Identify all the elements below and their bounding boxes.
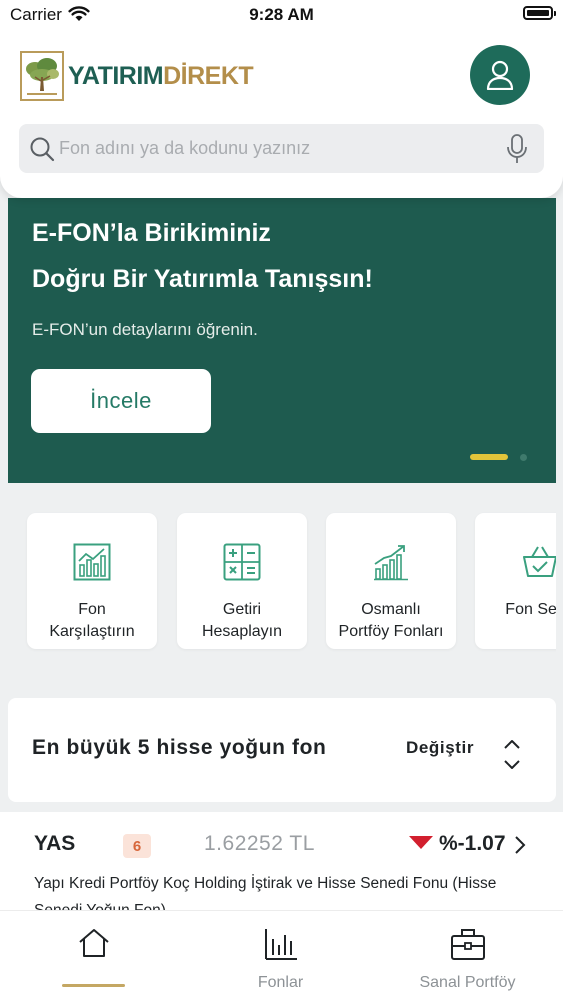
action-label: Fon Karşılaştırın [49, 601, 135, 640]
section-title: En büyük 5 hisse yoğun fon [32, 736, 327, 759]
briefcase-icon [374, 927, 561, 961]
tab-home[interactable] [0, 911, 187, 1001]
inspect-button[interactable]: İncele [31, 369, 211, 433]
logo[interactable]: YATIRIMDİREKT [20, 50, 254, 102]
profile-button[interactable] [470, 45, 530, 105]
action-osmanli-funds[interactable]: Osmanlı Portföy Fonları [326, 513, 456, 649]
growth-chart-icon [326, 543, 456, 581]
fund-code: YAS [34, 832, 76, 855]
tab-label: Fonlar [257, 974, 304, 991]
fund-row[interactable]: YAS 6 1.62252 TL %-1.07 Yapı Kredi Portf… [0, 812, 563, 922]
search-bar [19, 124, 544, 173]
clock: 9:28 AM [249, 5, 314, 24]
tab-virtual-portfolio[interactable]: Sanal Portföy [374, 911, 561, 1001]
user-icon [486, 60, 514, 90]
chevron-right-icon[interactable] [514, 835, 526, 860]
header: YATIRIMDİREKT [0, 30, 563, 198]
calculator-icon [177, 543, 307, 581]
action-label: Fon Sepe [505, 601, 556, 618]
basket-icon [475, 543, 556, 581]
action-label: Osmanlı Portföy Fonları [338, 601, 444, 640]
action-fund-basket[interactable]: Fon Sepe [475, 513, 556, 649]
banner-title: E-FON’la Birikiminiz Doğru Bir Yatırımla… [32, 219, 373, 293]
down-arrow-icon [409, 836, 433, 855]
logo-text: YATIRIMDİREKT [68, 61, 254, 90]
risk-badge: 6 [123, 834, 151, 858]
banner-subtitle: E-FON’un detaylarını öğrenin. [32, 320, 258, 339]
tab-funds[interactable]: Fonlar [187, 911, 374, 1001]
promo-banner[interactable]: E-FON’la Birikiminiz Doğru Bir Yatırımla… [8, 198, 556, 483]
search-input[interactable] [59, 124, 479, 173]
sort-toggle-icon[interactable] [502, 739, 522, 776]
action-calculate-return[interactable]: Getiri Hesaplayın [177, 513, 307, 649]
fund-change: %-1.07 [439, 832, 506, 855]
tab-label: Sanal Portföy [419, 974, 516, 991]
quick-actions: Fon Karşılaştırın Getiri Hesaplayın Osma… [8, 483, 556, 678]
action-compare-funds[interactable]: Fon Karşılaştırın [27, 513, 157, 649]
page-indicator-active[interactable] [470, 454, 508, 460]
change-button[interactable]: Değiştir [406, 738, 474, 758]
compare-chart-icon [27, 543, 157, 581]
status-bar: Carrier 9:28 AM [0, 0, 563, 30]
home-icon [0, 927, 187, 959]
bar-chart-icon [187, 927, 374, 961]
action-label: Getiri Hesaplayın [201, 601, 283, 640]
page-indicator-dot[interactable] [520, 454, 527, 461]
microphone-icon[interactable] [506, 134, 528, 169]
fund-price: 1.62252 TL [204, 832, 315, 855]
top-funds-header: En büyük 5 hisse yoğun fon Değiştir [8, 698, 556, 802]
search-icon [29, 136, 55, 167]
tree-logo-icon [20, 51, 64, 101]
tab-bar: Fonlar Sanal Portföy [0, 910, 563, 1001]
active-tab-indicator [62, 984, 125, 987]
battery-icon [523, 6, 556, 20]
